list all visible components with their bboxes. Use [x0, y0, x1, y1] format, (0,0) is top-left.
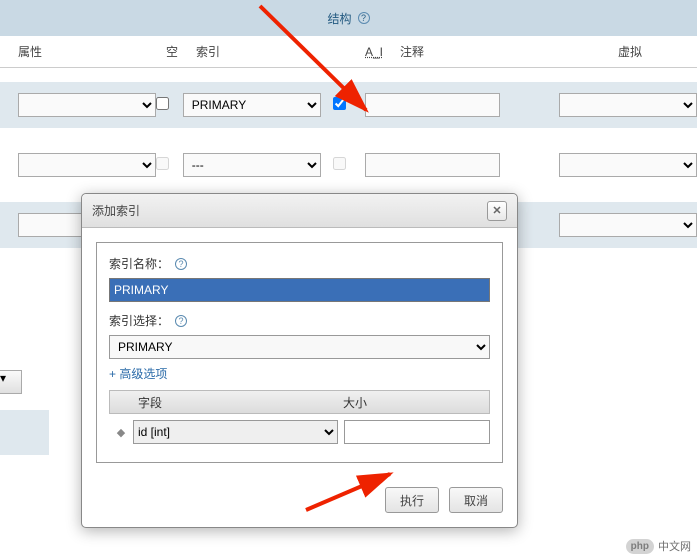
help-icon[interactable]: ?	[175, 315, 187, 327]
watermark-badge: php	[626, 539, 654, 554]
dialog-title-bar: 添加索引 ✕	[82, 194, 517, 228]
virtual-select[interactable]	[559, 213, 697, 237]
size-column-header: 大小	[343, 394, 489, 411]
go-button[interactable]: 执行	[385, 487, 439, 513]
dialog-fieldset: 索引名称： ? 索引选择： ? PRIMARY + 高级选项 字段 大小 ◆	[96, 242, 503, 463]
tab-label: 结构	[327, 10, 351, 27]
attribute-select[interactable]	[18, 153, 156, 177]
field-row: PRIMARY	[0, 82, 697, 128]
table-row: ◆ id [int]	[109, 414, 490, 450]
advanced-options-link[interactable]: + 高级选项	[109, 365, 490, 382]
comment-input[interactable]	[365, 93, 500, 117]
size-input[interactable]	[344, 420, 490, 444]
field-row: ---	[0, 142, 697, 188]
field-select[interactable]: id [int]	[133, 420, 338, 444]
watermark-text: 中文网	[658, 538, 691, 554]
column-headers: 属性 空 索引 A_I 注释 虚拟	[0, 36, 697, 68]
header-virtual: 虚拟	[618, 43, 678, 60]
help-icon[interactable]: ?	[175, 258, 187, 270]
header-ai: A_I	[365, 45, 400, 59]
ai-checkbox[interactable]	[333, 157, 346, 170]
drag-handle-icon[interactable]: ◆	[109, 426, 133, 439]
index-name-label: 索引名称：	[109, 255, 169, 272]
null-checkbox[interactable]	[156, 157, 169, 170]
cancel-button[interactable]: 取消	[449, 487, 503, 513]
help-icon[interactable]: ?	[358, 12, 370, 24]
field-column-header: 字段	[134, 394, 343, 411]
ai-checkbox[interactable]	[333, 97, 346, 110]
watermark: php 中文网	[620, 534, 697, 558]
virtual-select[interactable]	[559, 93, 697, 117]
comment-input[interactable]	[365, 153, 500, 177]
index-type-label: 索引选择：	[109, 312, 169, 329]
index-type-select[interactable]: PRIMARY	[109, 335, 490, 359]
attribute-select[interactable]	[18, 93, 156, 117]
index-columns-table: 字段 大小 ◆ id [int]	[109, 390, 490, 450]
partial-panel	[0, 410, 49, 455]
close-icon[interactable]: ✕	[487, 201, 507, 221]
structure-tab-bar: 结构 ?	[0, 0, 697, 36]
dialog-title: 添加索引	[92, 202, 140, 219]
header-index: 索引	[196, 43, 365, 60]
add-index-dialog: 添加索引 ✕ 索引名称： ? 索引选择： ? PRIMARY + 高级选项 字段…	[81, 193, 518, 528]
index-select[interactable]: ---	[183, 153, 321, 177]
header-null: 空	[166, 43, 196, 60]
index-name-input[interactable]	[109, 278, 490, 302]
index-select[interactable]: PRIMARY	[183, 93, 321, 117]
virtual-select[interactable]	[559, 153, 697, 177]
header-comment: 注释	[400, 43, 618, 60]
header-attribute: 属性	[18, 43, 166, 60]
null-checkbox[interactable]	[156, 97, 169, 110]
partial-select-caret: ▾	[0, 370, 22, 394]
